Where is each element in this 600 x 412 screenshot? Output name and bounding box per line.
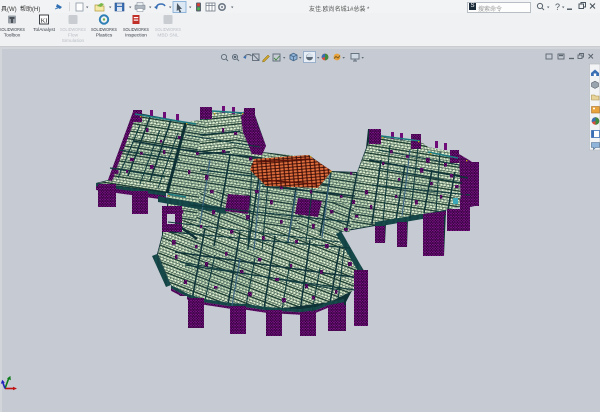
svg-text:KI: KI — [41, 18, 48, 25]
svg-text:Plastics: Plastics — [96, 33, 113, 39]
svg-text:?: ? — [555, 2, 560, 12]
svg-text:TolAnalyst: TolAnalyst — [33, 27, 56, 33]
svg-text:SOLIDWORKS: SOLIDWORKS — [91, 27, 117, 33]
svg-text:SOLIDWORKS: SOLIDWORKS — [60, 27, 86, 33]
svg-text:Simulation: Simulation — [62, 38, 85, 44]
svg-text:Flow: Flow — [68, 33, 79, 39]
svg-text:SOLIDWORKS: SOLIDWORKS — [0, 27, 25, 33]
svg-text:Inspection: Inspection — [125, 33, 147, 39]
svg-text:Toolbox: Toolbox — [4, 33, 21, 39]
svg-text:SOLIDWORKS: SOLIDWORKS — [123, 27, 149, 33]
svg-text:MBD SNL: MBD SNL — [157, 33, 179, 39]
svg-text:SOLIDWORKS: SOLIDWORKS — [155, 27, 181, 33]
